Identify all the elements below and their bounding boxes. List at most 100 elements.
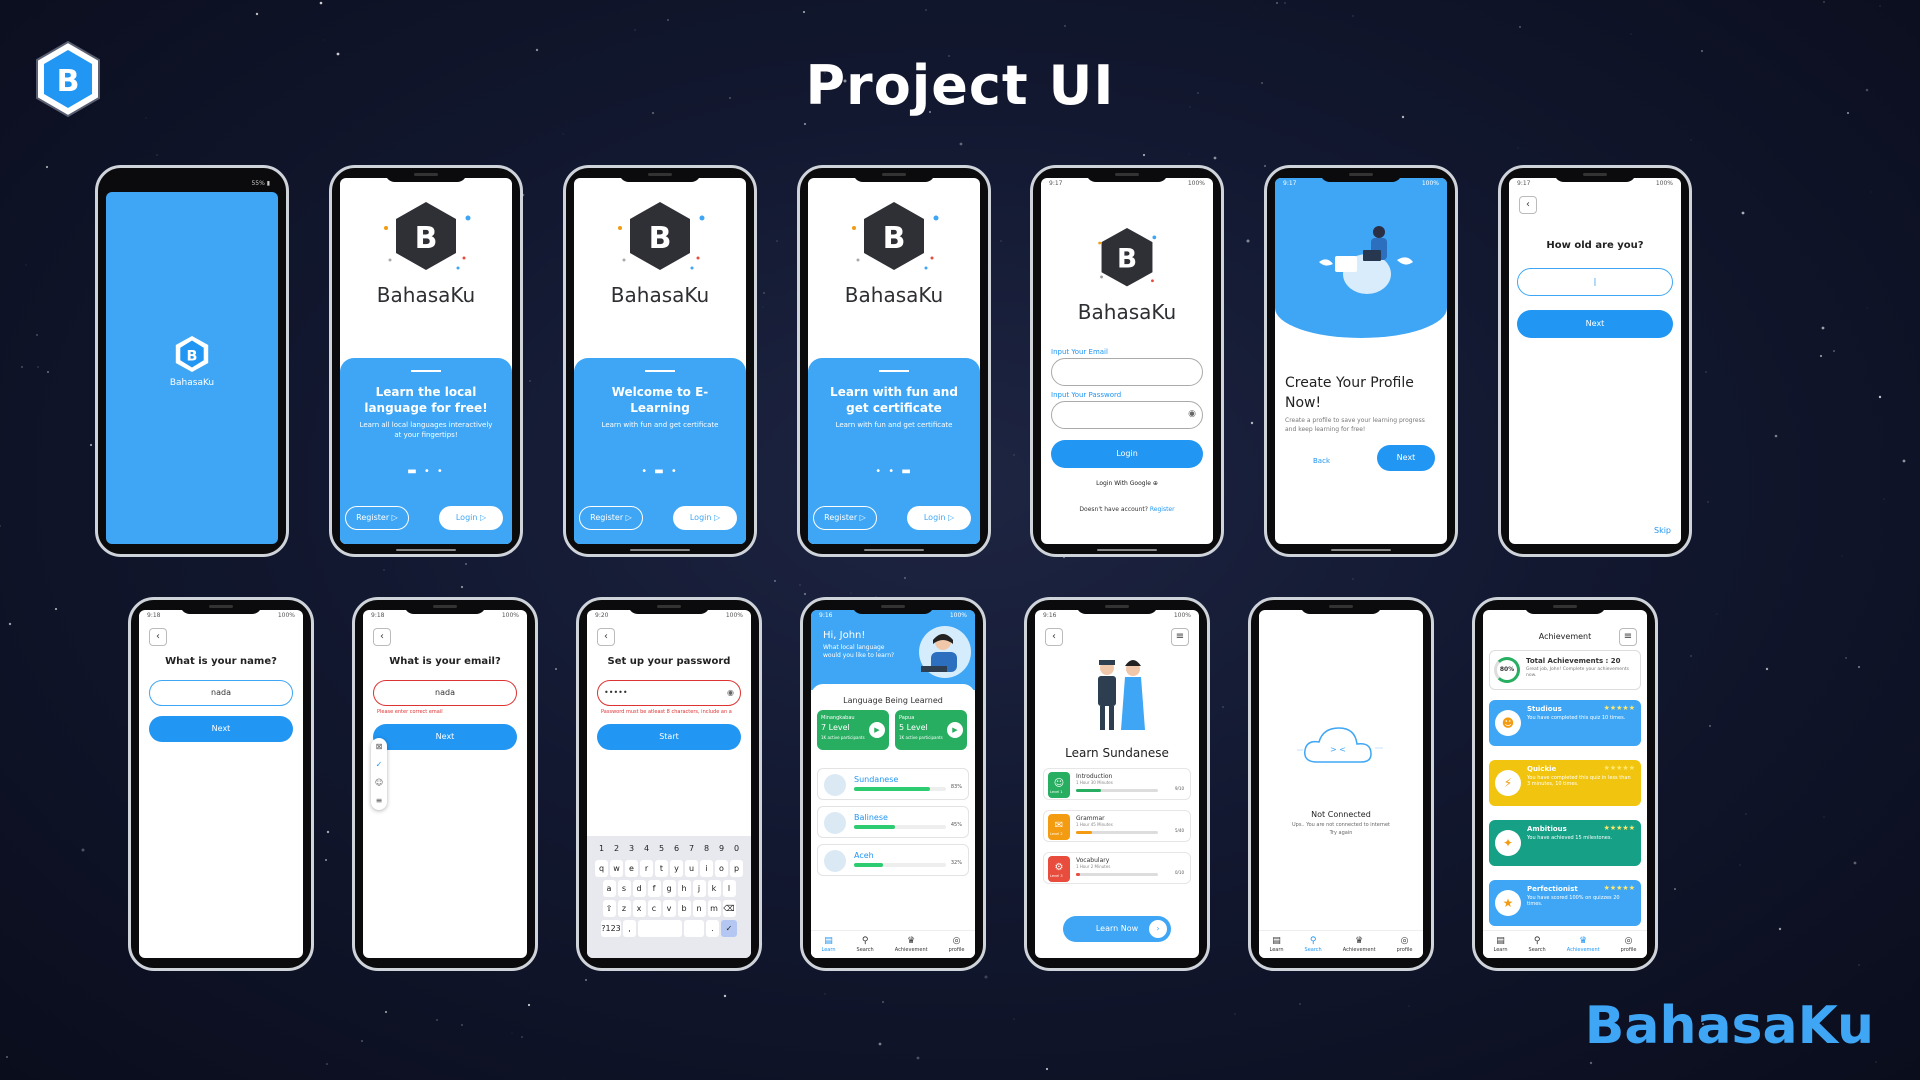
key[interactable]: 2	[610, 840, 623, 857]
eye-icon[interactable]: ◉	[1188, 409, 1196, 419]
eye-icon[interactable]: ◉	[727, 681, 734, 705]
key[interactable]: l	[722, 880, 736, 897]
key[interactable]: k	[707, 880, 721, 897]
achievement-ambitious[interactable]: ✦ Ambitious ★★★★★ You have achieved 15 mile…	[1489, 820, 1641, 866]
key[interactable]: ⌫	[722, 900, 736, 917]
back-button[interactable]: Back	[1313, 457, 1330, 465]
email-field[interactable]	[1051, 358, 1203, 386]
language-row-balinese[interactable]: Balinese 45%	[817, 806, 969, 838]
login-button[interactable]: Login ▷	[439, 506, 503, 530]
back-arrow-icon[interactable]: ‹	[373, 628, 391, 646]
key[interactable]: u	[685, 860, 698, 877]
key[interactable]: f	[647, 880, 661, 897]
achievement-quickie[interactable]: ⚡ Quickie ★★★★★ You have completed this qui…	[1489, 760, 1641, 806]
key[interactable]: v	[662, 900, 676, 917]
play-icon[interactable]: ▶	[869, 722, 885, 738]
course-card-papua[interactable]: Papua 5 Level 1K active participants ▶	[895, 710, 967, 750]
nav-achievement[interactable]: ♛ Achievement	[1343, 936, 1376, 953]
menu-icon[interactable]: ≡	[1619, 628, 1637, 646]
key[interactable]: 1	[595, 840, 608, 857]
menu-icon[interactable]: ≡	[1171, 628, 1189, 646]
next-button[interactable]: Next	[1377, 445, 1435, 471]
key[interactable]: 5	[655, 840, 668, 857]
key[interactable]: ✓	[721, 920, 737, 937]
key[interactable]: g	[662, 880, 676, 897]
key[interactable]: ,	[623, 920, 636, 937]
register-button[interactable]: Register ▷	[813, 506, 877, 530]
next-button[interactable]: Next	[1517, 310, 1673, 338]
language-row-sundanese[interactable]: Sundanese 83%	[817, 768, 969, 800]
start-button[interactable]: Start	[597, 724, 741, 750]
key[interactable]: 9	[715, 840, 728, 857]
key[interactable]: z	[617, 900, 631, 917]
next-button[interactable]: Next	[149, 716, 293, 742]
menu-icon[interactable]: ≡	[371, 792, 387, 810]
level-row-1[interactable]: ☺ Level 1 Introduction 1 Hour 30 Minutes 9/1…	[1043, 768, 1191, 800]
name-field[interactable]: nada	[149, 680, 293, 706]
key[interactable]: r	[640, 860, 653, 877]
back-arrow-icon[interactable]: ‹	[149, 628, 167, 646]
key[interactable]: i	[700, 860, 713, 877]
key[interactable]: s	[617, 880, 631, 897]
nav-achievement[interactable]: ♛ Achievement	[1567, 936, 1600, 953]
key[interactable]: ?123	[601, 920, 621, 937]
key[interactable]: w	[610, 860, 623, 877]
nav-search[interactable]: ⚲ Search	[1529, 936, 1546, 953]
key[interactable]: o	[715, 860, 728, 877]
back-arrow-icon[interactable]: ‹	[597, 628, 615, 646]
key[interactable]: d	[632, 880, 646, 897]
close-icon[interactable]: ⊠	[371, 738, 387, 756]
key[interactable]: h	[677, 880, 691, 897]
password-field[interactable]: ••••• ◉	[597, 680, 741, 706]
key[interactable]: .	[706, 920, 719, 937]
nav-profile[interactable]: ◎ profile	[949, 936, 965, 953]
language-row-aceh[interactable]: Aceh 32%	[817, 844, 969, 876]
level-row-3[interactable]: ⚙ Level 3 Vocabulary 1 Hour 2 Minutes 0/10	[1043, 852, 1191, 884]
key[interactable]: y	[670, 860, 683, 877]
key[interactable]: 6	[670, 840, 683, 857]
login-google-link[interactable]: Login With Google ⊕	[1041, 480, 1213, 487]
key[interactable]: 4	[640, 840, 653, 857]
key[interactable]: q	[595, 860, 608, 877]
key[interactable]: e	[625, 860, 638, 877]
age-field[interactable]: |	[1517, 268, 1673, 296]
register-button[interactable]: Register ▷	[345, 506, 409, 530]
key[interactable]: a	[602, 880, 616, 897]
login-button[interactable]: Login ▷	[673, 506, 737, 530]
nav-profile[interactable]: ◎ profile	[1621, 936, 1637, 953]
nav-search[interactable]: ⚲ Search	[1305, 936, 1322, 953]
key[interactable]: m	[707, 900, 721, 917]
retry-link[interactable]: Try again	[1259, 830, 1423, 836]
back-arrow-icon[interactable]: ‹	[1519, 196, 1537, 214]
key[interactable]: 7	[685, 840, 698, 857]
key[interactable]: ⇧	[602, 900, 616, 917]
achievement-studious[interactable]: ☻ Studious ★★★★★ You have completed this qu…	[1489, 700, 1641, 746]
register-button[interactable]: Register ▷	[579, 506, 643, 530]
check-icon[interactable]: ✓	[371, 756, 387, 774]
password-field[interactable]: ◉	[1051, 401, 1203, 429]
key[interactable]: x	[632, 900, 646, 917]
key[interactable]: 3	[625, 840, 638, 857]
login-button[interactable]: Login ▷	[907, 506, 971, 530]
level-row-2[interactable]: ✉ Level 2 Grammar 1 Hour 45 Minutes 5/40	[1043, 810, 1191, 842]
key[interactable]: c	[647, 900, 661, 917]
nav-learn[interactable]: ▤ Learn	[1270, 936, 1284, 953]
login-button[interactable]: Login	[1051, 440, 1203, 468]
register-link[interactable]: Register	[1150, 506, 1175, 513]
key[interactable]: n	[692, 900, 706, 917]
nav-profile[interactable]: ◎ profile	[1397, 936, 1413, 953]
email-field[interactable]: nada	[373, 680, 517, 706]
nav-search[interactable]: ⚲ Search	[857, 936, 874, 953]
nav-learn[interactable]: ▤ Learn	[1494, 936, 1508, 953]
play-icon[interactable]: ▶	[947, 722, 963, 738]
key[interactable]: t	[655, 860, 668, 877]
key[interactable]: 8	[700, 840, 713, 857]
nav-achievement[interactable]: ♛ Achievement	[895, 936, 928, 953]
key[interactable]	[684, 920, 704, 937]
course-card-minangkabau[interactable]: Minangkabau 7 Level 1K active participan…	[817, 710, 889, 750]
key[interactable]: b	[677, 900, 691, 917]
next-button[interactable]: Next	[373, 724, 517, 750]
key[interactable]: p	[730, 860, 743, 877]
skip-link[interactable]: Skip	[1654, 526, 1671, 535]
key[interactable]	[638, 920, 682, 937]
